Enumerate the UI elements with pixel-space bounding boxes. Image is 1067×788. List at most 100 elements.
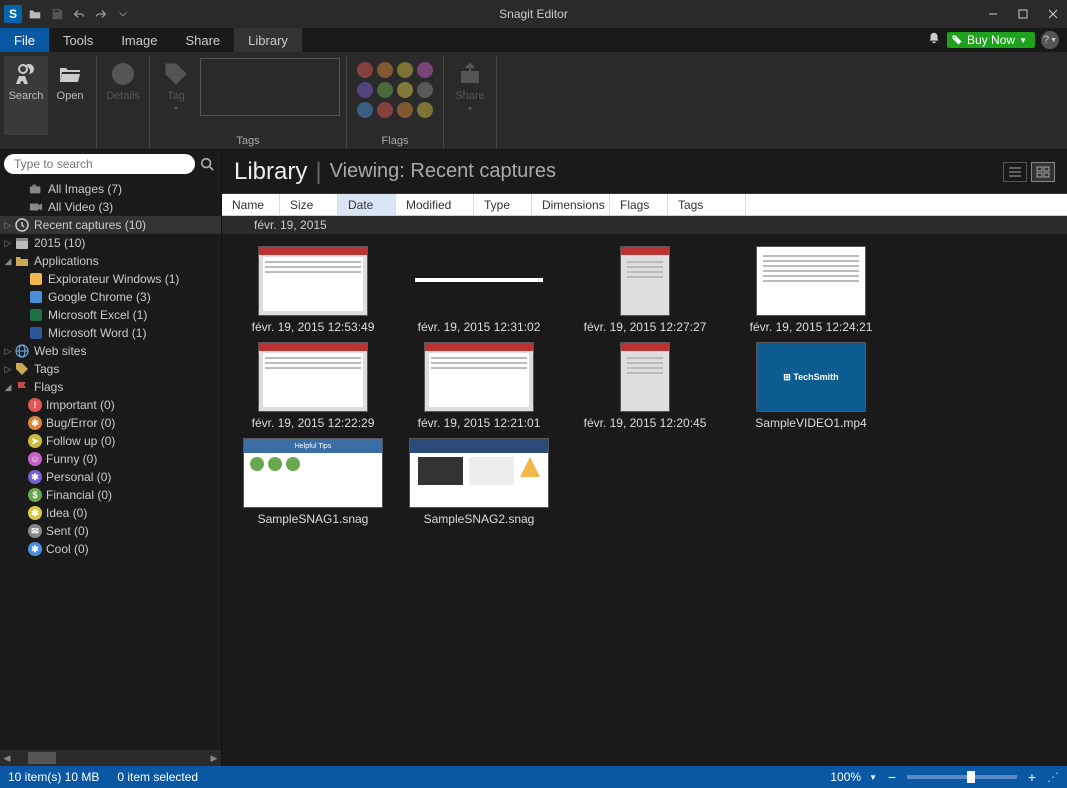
tree-item[interactable]: Google Chrome (3) xyxy=(0,288,221,306)
flag-option[interactable] xyxy=(377,102,393,118)
tree-item[interactable]: ▷Recent captures (10) xyxy=(0,216,221,234)
col-name[interactable]: Name xyxy=(222,194,280,215)
menu-tools[interactable]: Tools xyxy=(49,28,107,52)
menu-share[interactable]: Share xyxy=(171,28,234,52)
search-icon[interactable] xyxy=(197,154,217,174)
save-icon[interactable] xyxy=(48,5,66,23)
tree-item[interactable]: All Images (7) xyxy=(0,180,221,198)
qat-dropdown-icon[interactable] xyxy=(114,5,132,23)
thumbnail-item[interactable]: févr. 19, 2015 12:53:49 xyxy=(230,242,396,338)
zoom-slider[interactable] xyxy=(907,775,1017,779)
col-type[interactable]: Type xyxy=(474,194,532,215)
view-thumb-button[interactable] xyxy=(1031,162,1055,182)
thumbnail-item[interactable]: févr. 19, 2015 12:20:45 xyxy=(562,338,728,434)
ribbon-tags-label: Tags xyxy=(236,135,259,149)
ribbon-details-button[interactable]: Details xyxy=(101,56,145,135)
tree-item[interactable]: ☺Funny (0) xyxy=(0,450,221,468)
thumbnail-image: ⊞ TechSmith xyxy=(756,342,866,412)
flag-option[interactable] xyxy=(357,62,373,78)
col-dimensions[interactable]: Dimensions xyxy=(532,194,610,215)
tree-item[interactable]: $Financial (0) xyxy=(0,486,221,504)
tags-area[interactable] xyxy=(200,58,340,116)
bell-icon[interactable] xyxy=(927,31,941,50)
search-input[interactable] xyxy=(14,157,185,171)
col-flags[interactable]: Flags xyxy=(610,194,668,215)
maximize-button[interactable] xyxy=(1009,3,1037,25)
sidebar-scrollbar[interactable]: ◀▶ xyxy=(0,750,221,766)
thumbnail-image xyxy=(258,246,368,316)
undo-icon[interactable] xyxy=(70,5,88,23)
tree-item[interactable]: ✱Idea (0) xyxy=(0,504,221,522)
col-date[interactable]: Date xyxy=(338,194,396,215)
zoom-out-button[interactable]: − xyxy=(885,769,899,785)
search-box[interactable] xyxy=(4,154,195,174)
flag-option[interactable] xyxy=(377,82,393,98)
help-button[interactable]: ?▼ xyxy=(1041,31,1059,49)
zoom-in-button[interactable]: + xyxy=(1025,769,1039,785)
menu-file[interactable]: File xyxy=(0,28,49,52)
flag-option[interactable] xyxy=(357,82,373,98)
thumbnail-item[interactable]: févr. 19, 2015 12:27:27 xyxy=(562,242,728,338)
buy-now-label: Buy Now xyxy=(967,33,1015,47)
flag-bullet-icon: $ xyxy=(28,488,42,502)
col-size[interactable]: Size xyxy=(280,194,338,215)
thumbnail-item[interactable]: févr. 19, 2015 12:22:29 xyxy=(230,338,396,434)
menu-image[interactable]: Image xyxy=(107,28,171,52)
flag-icon xyxy=(14,380,30,394)
tree-item[interactable]: ▷Tags xyxy=(0,360,221,378)
tree-item[interactable]: ➤Follow up (0) xyxy=(0,432,221,450)
tree-item[interactable]: All Video (3) xyxy=(0,198,221,216)
menu-library[interactable]: Library xyxy=(234,28,302,52)
ribbon-share-button[interactable]: Share▼ xyxy=(448,56,492,135)
flag-option[interactable] xyxy=(377,62,393,78)
tree-item[interactable]: ✱Cool (0) xyxy=(0,540,221,558)
redo-icon[interactable] xyxy=(92,5,110,23)
date-group-header[interactable]: févr. 19, 2015 xyxy=(222,216,1067,234)
thumbnail-caption: SampleVIDEO1.mp4 xyxy=(755,416,866,430)
buy-now-button[interactable]: Buy Now ▼ xyxy=(947,32,1035,48)
col-modified[interactable]: Modified xyxy=(396,194,474,215)
flag-option[interactable] xyxy=(417,62,433,78)
resize-grip[interactable]: ⋰ xyxy=(1047,770,1059,784)
open-icon[interactable] xyxy=(26,5,44,23)
tree-item[interactable]: !Important (0) xyxy=(0,396,221,414)
close-button[interactable] xyxy=(1039,3,1067,25)
thumbnail-item[interactable]: Helpful TipsSampleSNAG1.snag xyxy=(230,434,396,530)
thumbnail-item[interactable]: févr. 19, 2015 12:31:02 xyxy=(396,242,562,338)
tree-item[interactable]: ▷2015 (10) xyxy=(0,234,221,252)
flag-option[interactable] xyxy=(397,62,413,78)
tree-item[interactable]: Explorateur Windows (1) xyxy=(0,270,221,288)
thumbnail-caption: févr. 19, 2015 12:53:49 xyxy=(252,320,375,334)
flag-option[interactable] xyxy=(397,102,413,118)
ribbon-flags-label: Flags xyxy=(382,135,409,149)
thumbnail-item[interactable]: ⊞ TechSmith SampleVIDEO1.mp4 xyxy=(728,338,894,434)
tree-item[interactable]: ◢Flags xyxy=(0,378,221,396)
flag-option[interactable] xyxy=(397,82,413,98)
tree-item[interactable]: Microsoft Word (1) xyxy=(0,324,221,342)
tree-item[interactable]: Microsoft Excel (1) xyxy=(0,306,221,324)
flag-option[interactable] xyxy=(357,102,373,118)
thumbnail-image xyxy=(258,342,368,412)
ribbon-open-button[interactable]: Open xyxy=(48,56,92,135)
tree-item[interactable]: ◢Applications xyxy=(0,252,221,270)
flag-bullet-icon: ✱ xyxy=(28,470,42,484)
ribbon-tag-button[interactable]: Tag▼ xyxy=(154,56,198,135)
view-list-button[interactable] xyxy=(1003,162,1027,182)
thumbnail-image xyxy=(620,246,670,316)
tree-item[interactable]: ✱Personal (0) xyxy=(0,468,221,486)
tree-item[interactable]: ✉Sent (0) xyxy=(0,522,221,540)
minimize-button[interactable] xyxy=(979,3,1007,25)
tree-item[interactable]: ✱Bug/Error (0) xyxy=(0,414,221,432)
tree-item[interactable]: ▷Web sites xyxy=(0,342,221,360)
thumbnail-item[interactable]: févr. 19, 2015 12:24:21 xyxy=(728,242,894,338)
app-icon xyxy=(28,290,44,304)
flag-option[interactable] xyxy=(417,102,433,118)
thumbnail-item[interactable]: févr. 19, 2015 12:21:01 xyxy=(396,338,562,434)
flag-option[interactable] xyxy=(417,82,433,98)
col-tags[interactable]: Tags xyxy=(668,194,746,215)
flags-grid[interactable] xyxy=(351,56,439,135)
thumbnail-item[interactable]: SampleSNAG2.snag xyxy=(396,434,562,530)
ribbon-search-button[interactable]: Search xyxy=(4,56,48,135)
zoom-value: 100% xyxy=(830,770,861,784)
app-icon xyxy=(28,326,44,340)
